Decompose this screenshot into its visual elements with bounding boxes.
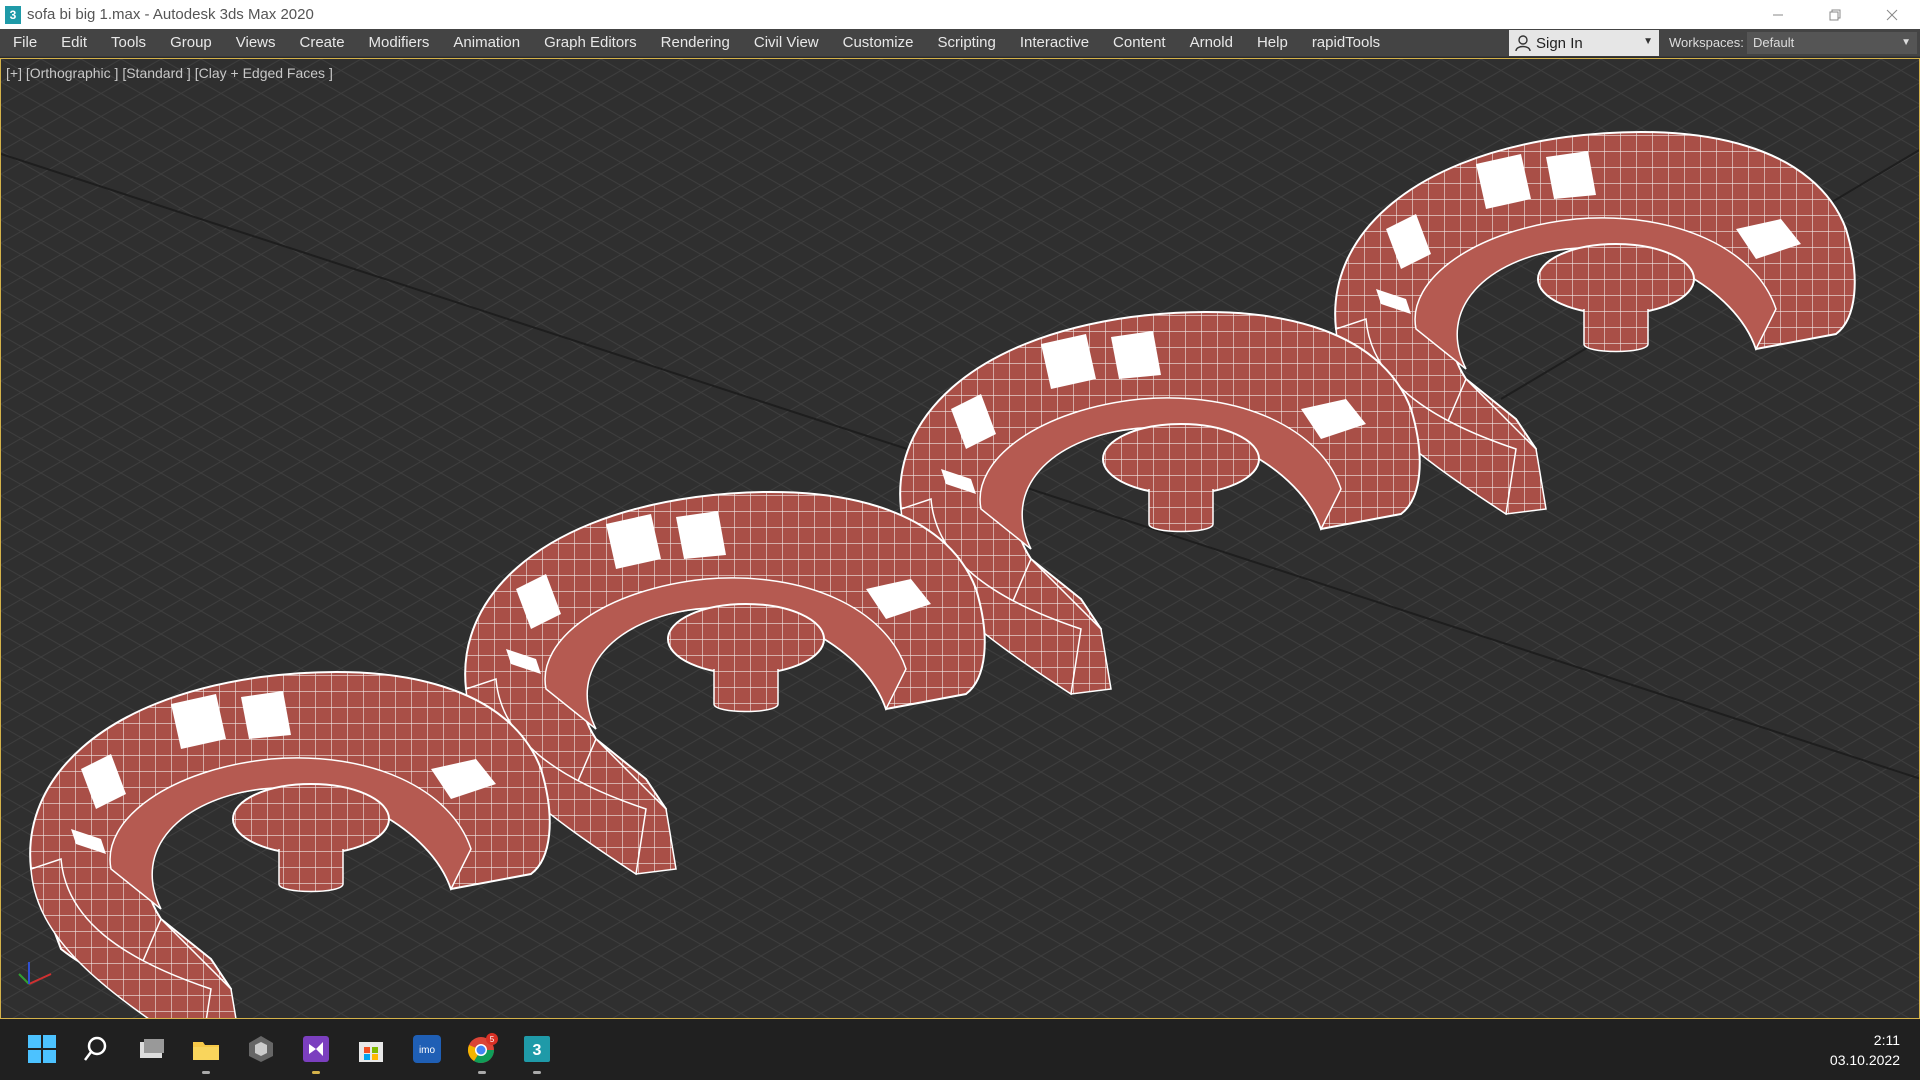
- 3dsmax-label: 3: [533, 1042, 542, 1059]
- title-bar: 3 sofa bi big 1.max - Autodesk 3ds Max 2…: [0, 0, 1920, 29]
- menu-file[interactable]: File: [0, 29, 49, 57]
- chrome-icon[interactable]: 5: [466, 1033, 498, 1065]
- close-icon[interactable]: [1863, 0, 1920, 29]
- chrome-badge: 5: [490, 1035, 495, 1044]
- menu-animation[interactable]: Animation: [441, 29, 532, 57]
- menu-interactive[interactable]: Interactive: [1008, 29, 1101, 57]
- menu-arnold[interactable]: Arnold: [1178, 29, 1245, 57]
- workspace-value: Default: [1753, 35, 1795, 50]
- imo-label: imo: [419, 1045, 436, 1056]
- microsoft-store-icon[interactable]: [355, 1033, 387, 1065]
- menu-rendering[interactable]: Rendering: [649, 29, 742, 57]
- chevron-down-icon: ▼: [1901, 37, 1911, 48]
- windows-taskbar: imo 5 3 2:11 03.10.2022: [0, 1019, 1920, 1080]
- 3dsmax-icon[interactable]: 3: [521, 1033, 553, 1065]
- search-icon[interactable]: [80, 1033, 112, 1065]
- clock-date: 03.10.2022: [1829, 1052, 1900, 1068]
- clock-time: 2:11: [1873, 1032, 1900, 1048]
- chevron-down-icon: ▼: [1643, 36, 1653, 47]
- menu-customize[interactable]: Customize: [831, 29, 926, 57]
- file-explorer-icon[interactable]: [190, 1033, 222, 1065]
- workspaces-label: Workspaces:: [1669, 35, 1744, 50]
- menu-civil-view[interactable]: Civil View: [742, 29, 831, 57]
- menu-scripting[interactable]: Scripting: [925, 29, 1007, 57]
- viewport-label[interactable]: [+] [Orthographic ] [Standard ] [Clay + …: [6, 65, 333, 81]
- workspace-select[interactable]: Default ▼: [1747, 32, 1917, 54]
- unity-icon[interactable]: [245, 1033, 277, 1065]
- system-clock[interactable]: 2:11 03.10.2022: [1830, 1030, 1900, 1070]
- minimize-icon[interactable]: [1749, 0, 1806, 29]
- menu-create[interactable]: Create: [288, 29, 357, 57]
- imo-icon[interactable]: imo: [411, 1033, 443, 1065]
- window-title: sofa bi big 1.max - Autodesk 3ds Max 202…: [27, 6, 314, 23]
- menu-rapidtools[interactable]: rapidTools: [1300, 29, 1392, 57]
- menu-views[interactable]: Views: [224, 29, 288, 57]
- task-view-icon[interactable]: [136, 1033, 168, 1065]
- menu-modifiers[interactable]: Modifiers: [357, 29, 442, 57]
- menu-graph-editors[interactable]: Graph Editors: [532, 29, 649, 57]
- menu-content[interactable]: Content: [1101, 29, 1178, 57]
- 3dsmax-app-icon[interactable]: 3: [5, 5, 21, 24]
- window-controls: [1749, 0, 1920, 29]
- viewport-scene[interactable]: [1, 59, 1920, 1019]
- sign-in-dropdown[interactable]: Sign In ▼: [1509, 30, 1659, 56]
- visual-studio-icon[interactable]: [300, 1033, 332, 1065]
- sign-in-label: Sign In: [1536, 34, 1583, 52]
- menu-bar: File Edit Tools Group Views Create Modif…: [0, 29, 1920, 57]
- menu-help[interactable]: Help: [1245, 29, 1300, 57]
- menu-edit[interactable]: Edit: [49, 29, 99, 57]
- orthographic-viewport[interactable]: [+] [Orthographic ] [Standard ] [Clay + …: [0, 58, 1920, 1019]
- windows-start-icon[interactable]: [26, 1033, 58, 1065]
- menu-tools[interactable]: Tools: [99, 29, 158, 57]
- menu-group[interactable]: Group: [158, 29, 224, 57]
- restore-icon[interactable]: [1806, 0, 1863, 29]
- user-icon: [1515, 35, 1531, 52]
